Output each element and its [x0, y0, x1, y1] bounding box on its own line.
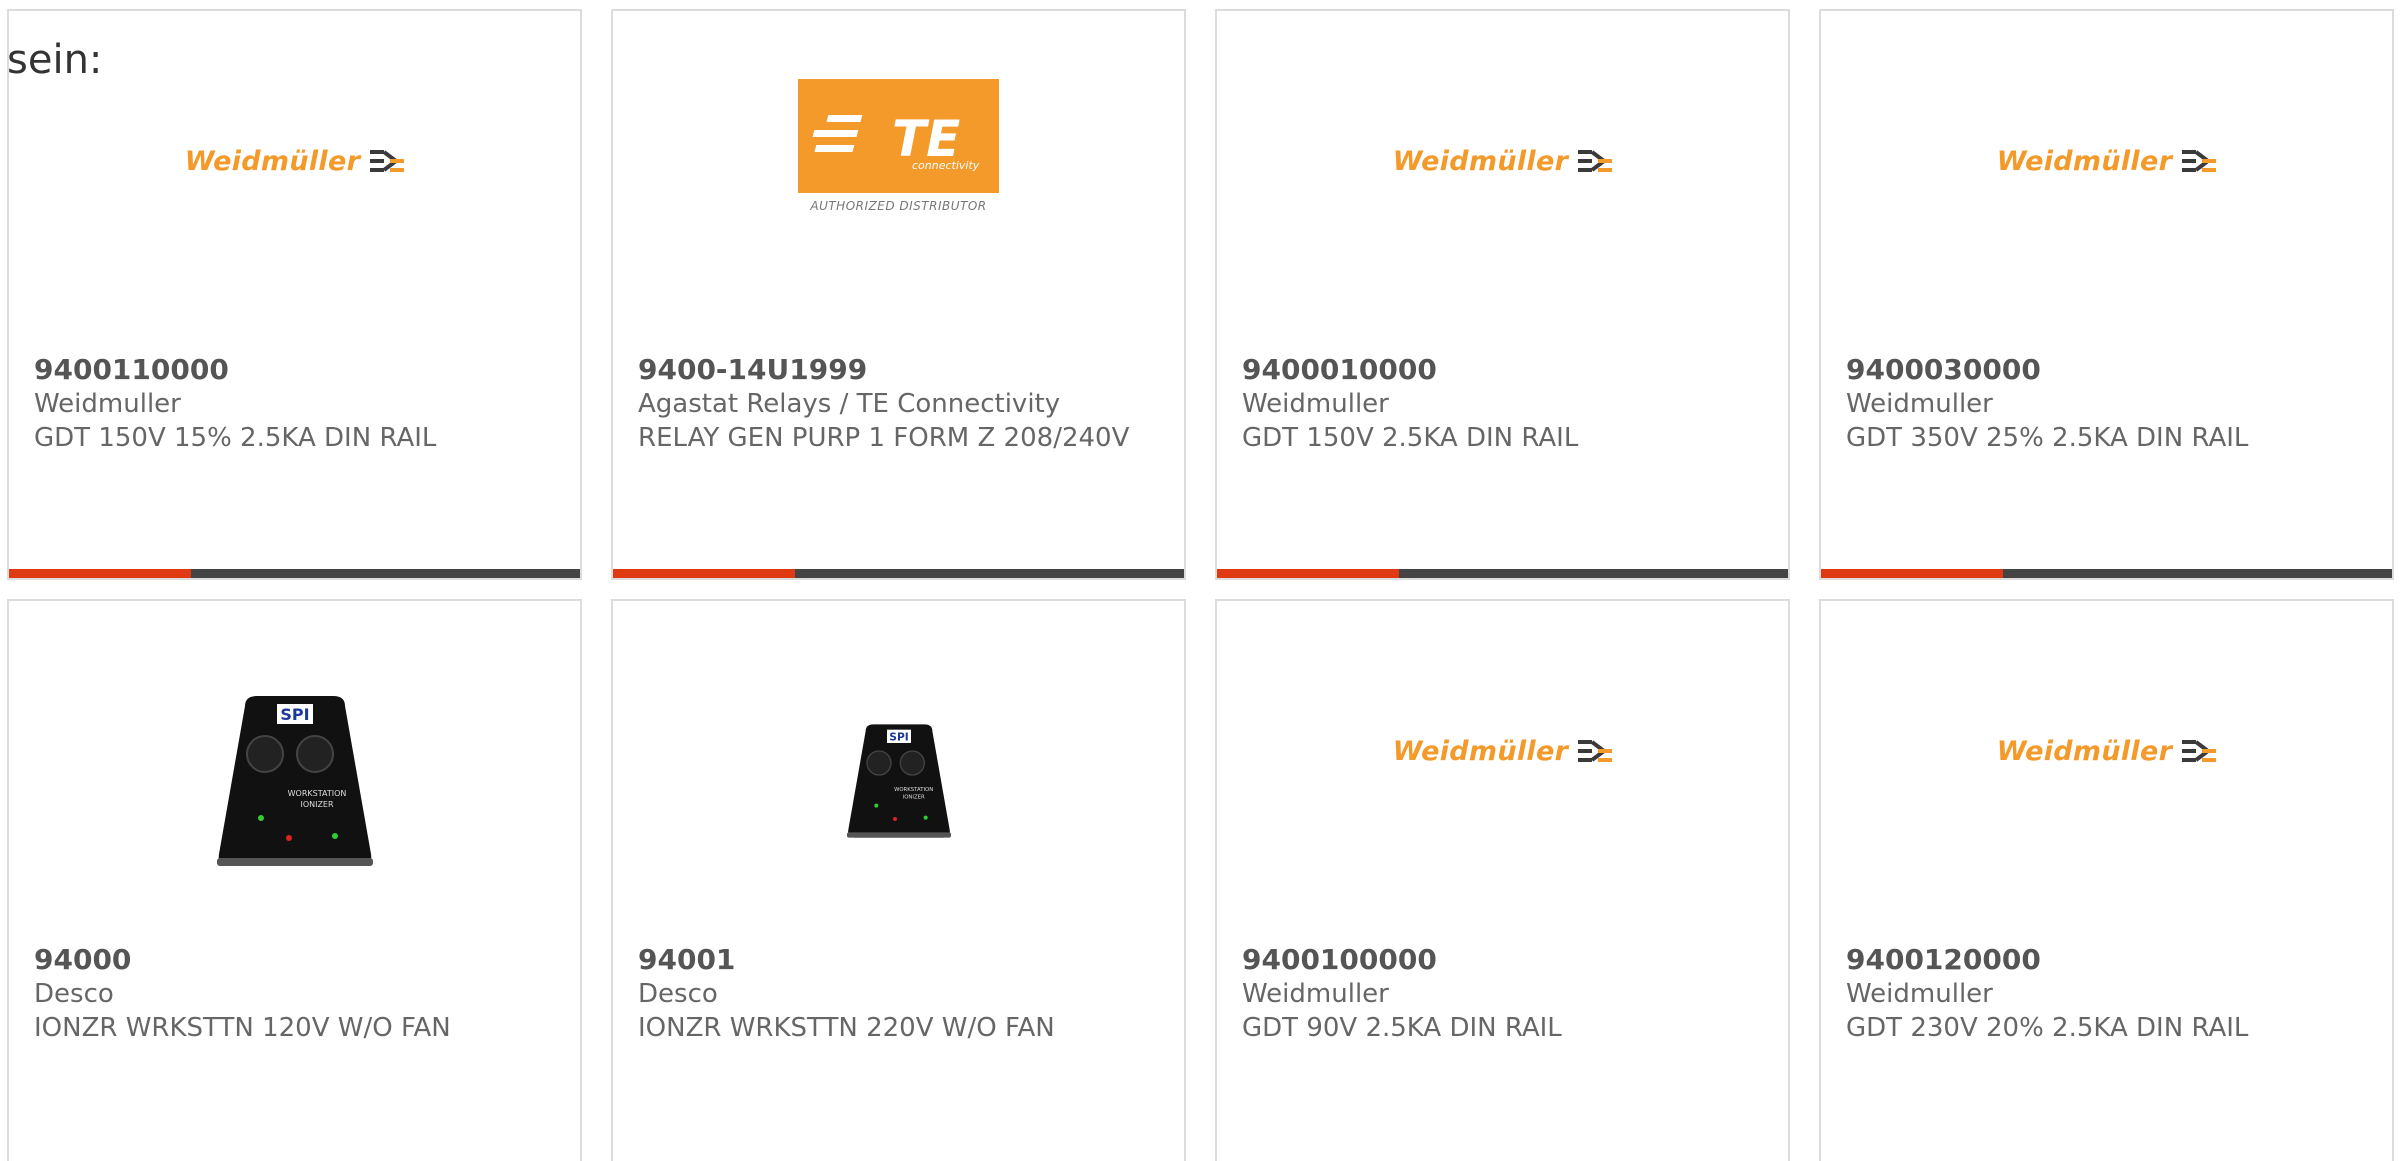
- weidmuller-logo: Weidmüller: [1393, 736, 1613, 767]
- te-logo-mark-icon: TE connectivity: [812, 110, 980, 172]
- te-logo-tagline: AUTHORIZED DISTRIBUTOR: [810, 199, 987, 213]
- weidmuller-mark-icon: [2182, 740, 2217, 762]
- product-image[interactable]: Weidmüller: [1217, 71, 1788, 311]
- description: GDT 150V 15% 2.5KA DIN RAIL: [34, 423, 437, 453]
- product-card[interactable]: SPI WORKSTATION IONIZER 94000 Desco IONZ…: [7, 599, 582, 1161]
- te-logo-box: TE connectivity: [798, 79, 999, 193]
- part-number[interactable]: 94000: [34, 943, 555, 977]
- card-bar-accent: [613, 569, 795, 578]
- product-card[interactable]: TE connectivity AUTHORIZED DISTRIBUTOR 9…: [611, 9, 1186, 580]
- product-image[interactable]: SPI WORKSTATION IONIZER: [9, 661, 580, 901]
- description: GDT 150V 2.5KA DIN RAIL: [1242, 423, 1579, 453]
- description: IONZR WRKSTTN 220V W/O FAN: [638, 1013, 1055, 1043]
- svg-text:SPI: SPI: [280, 705, 309, 724]
- description: GDT 350V 25% 2.5KA DIN RAIL: [1846, 423, 2249, 453]
- part-number[interactable]: 9400010000: [1242, 353, 1763, 387]
- ionizer-photo: SPI WORKSTATION IONIZER: [846, 724, 951, 838]
- ionizer-photo: SPI WORKSTATION IONIZER: [216, 696, 373, 866]
- svg-text:WORKSTATION: WORKSTATION: [894, 787, 933, 793]
- product-card[interactable]: Weidmüller 9400110000 Weidmuller GDT 150…: [7, 9, 582, 580]
- manufacturer: Weidmuller: [1242, 979, 1389, 1009]
- product-info: 9400010000 Weidmuller GDT 150V 2.5KA DIN…: [1242, 353, 1763, 455]
- weidmuller-mark-icon: [2182, 150, 2217, 172]
- card-bar: [9, 569, 580, 578]
- part-number[interactable]: 9400120000: [1846, 943, 2367, 977]
- weidmuller-logo: Weidmüller: [1393, 146, 1613, 177]
- product-image[interactable]: Weidmüller: [1821, 661, 2392, 901]
- product-info: 9400100000 Weidmuller GDT 90V 2.5KA DIN …: [1242, 943, 1763, 1045]
- svg-text:WORKSTATION: WORKSTATION: [287, 789, 346, 798]
- product-card[interactable]: Weidmüller 9400120000 Weidmuller GDT 230…: [1819, 599, 2394, 1161]
- card-bar-accent: [1821, 569, 2003, 578]
- svg-text:connectivity: connectivity: [912, 159, 980, 172]
- product-info: 9400120000 Weidmuller GDT 230V 20% 2.5KA…: [1846, 943, 2367, 1045]
- svg-text:IONIZER: IONIZER: [902, 794, 924, 800]
- product-info: 9400110000 Weidmuller GDT 150V 15% 2.5KA…: [34, 353, 555, 455]
- part-number[interactable]: 9400110000: [34, 353, 555, 387]
- product-image[interactable]: SPI WORKSTATION IONIZER: [613, 661, 1184, 901]
- product-image[interactable]: Weidmüller: [1821, 71, 2392, 311]
- product-image[interactable]: TE connectivity AUTHORIZED DISTRIBUTOR: [613, 71, 1184, 311]
- part-number[interactable]: 94001: [638, 943, 1159, 977]
- description: GDT 90V 2.5KA DIN RAIL: [1242, 1013, 1562, 1043]
- part-number[interactable]: 9400030000: [1846, 353, 2367, 387]
- manufacturer: Agastat Relays / TE Connectivity: [638, 389, 1061, 419]
- svg-text:IONIZER: IONIZER: [300, 800, 334, 809]
- product-info: 9400030000 Weidmuller GDT 350V 25% 2.5KA…: [1846, 353, 2367, 455]
- card-bar: [613, 569, 1184, 578]
- weidmuller-mark-icon: [1578, 150, 1613, 172]
- weidmuller-logo: Weidmüller: [1997, 146, 2217, 177]
- manufacturer: Desco: [638, 979, 718, 1009]
- product-card[interactable]: Weidmüller 9400010000 Weidmuller GDT 150…: [1215, 9, 1790, 580]
- manufacturer: Weidmuller: [1242, 389, 1389, 419]
- intro-text: sein:: [7, 37, 103, 83]
- weidmuller-logo: Weidmüller: [1997, 736, 2217, 767]
- product-image[interactable]: Weidmüller: [9, 71, 580, 311]
- description: RELAY GEN PURP 1 FORM Z 208/240V: [638, 423, 1130, 453]
- weidmuller-mark-icon: [370, 150, 405, 172]
- product-info: 94000 Desco IONZR WRKSTTN 120V W/O FAN: [34, 943, 555, 1045]
- product-card[interactable]: SPI WORKSTATION IONIZER 94001 Desco IONZ…: [611, 599, 1186, 1161]
- weidmuller-mark-icon: [1578, 740, 1613, 762]
- weidmuller-logo: Weidmüller: [185, 146, 405, 177]
- card-bar: [1217, 569, 1788, 578]
- product-grid-page: sein: Weidmüller 9400110000 Weidmuller G…: [0, 0, 2400, 1161]
- manufacturer: Desco: [34, 979, 114, 1009]
- product-card[interactable]: Weidmüller 9400030000 Weidmuller GDT 350…: [1819, 9, 2394, 580]
- product-image[interactable]: Weidmüller: [1217, 661, 1788, 901]
- svg-text:SPI: SPI: [889, 730, 908, 743]
- product-card[interactable]: Weidmüller 9400100000 Weidmuller GDT 90V…: [1215, 599, 1790, 1161]
- card-bar: [1821, 569, 2392, 578]
- te-connectivity-logo: TE connectivity AUTHORIZED DISTRIBUTOR: [798, 79, 999, 213]
- manufacturer: Weidmuller: [1846, 979, 1993, 1009]
- description: GDT 230V 20% 2.5KA DIN RAIL: [1846, 1013, 2249, 1043]
- product-info: 94001 Desco IONZR WRKSTTN 220V W/O FAN: [638, 943, 1159, 1045]
- part-number[interactable]: 9400100000: [1242, 943, 1763, 977]
- description: IONZR WRKSTTN 120V W/O FAN: [34, 1013, 451, 1043]
- manufacturer: Weidmuller: [1846, 389, 1993, 419]
- part-number[interactable]: 9400-14U1999: [638, 353, 1159, 387]
- card-bar-accent: [9, 569, 191, 578]
- product-info: 9400-14U1999 Agastat Relays / TE Connect…: [638, 353, 1159, 455]
- card-bar-accent: [1217, 569, 1399, 578]
- manufacturer: Weidmuller: [34, 389, 181, 419]
